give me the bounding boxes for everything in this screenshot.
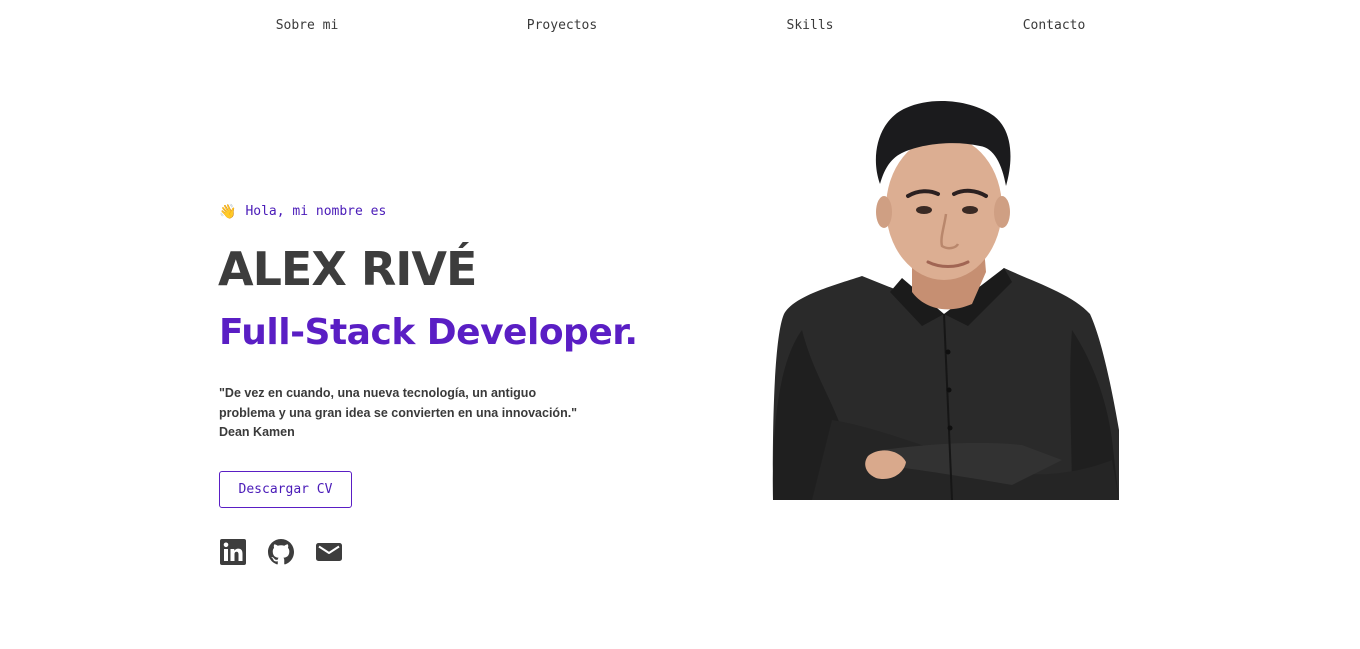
nav-link-sobre-mi[interactable]: Sobre mi [276, 18, 339, 33]
nav-link-proyectos[interactable]: Proyectos [527, 18, 597, 33]
waving-hand-icon: 👋 [219, 203, 237, 219]
download-cv-button[interactable]: Descargar CV [219, 471, 352, 508]
hero-quote: "De vez en cuando, una nueva tecnología,… [219, 386, 578, 420]
main-nav: Sobre mi Proyectos Skills Contacto [0, 0, 1360, 52]
nav-link-contacto[interactable]: Contacto [1023, 18, 1086, 33]
hero-name: ALEX RIVÉ [218, 242, 477, 296]
nav-link-skills[interactable]: Skills [787, 18, 834, 33]
quote-author: Dean Kamen [219, 425, 295, 439]
linkedin-icon[interactable] [220, 539, 246, 565]
github-icon[interactable] [268, 539, 294, 565]
greeting: 👋 Hola, mi nombre es [219, 202, 386, 220]
social-links [220, 539, 342, 565]
hero-role: Full-Stack Developer. [219, 312, 638, 353]
profile-photo [772, 101, 1119, 500]
greeting-text: Hola, mi nombre es [245, 203, 387, 219]
mail-icon[interactable] [316, 539, 342, 565]
